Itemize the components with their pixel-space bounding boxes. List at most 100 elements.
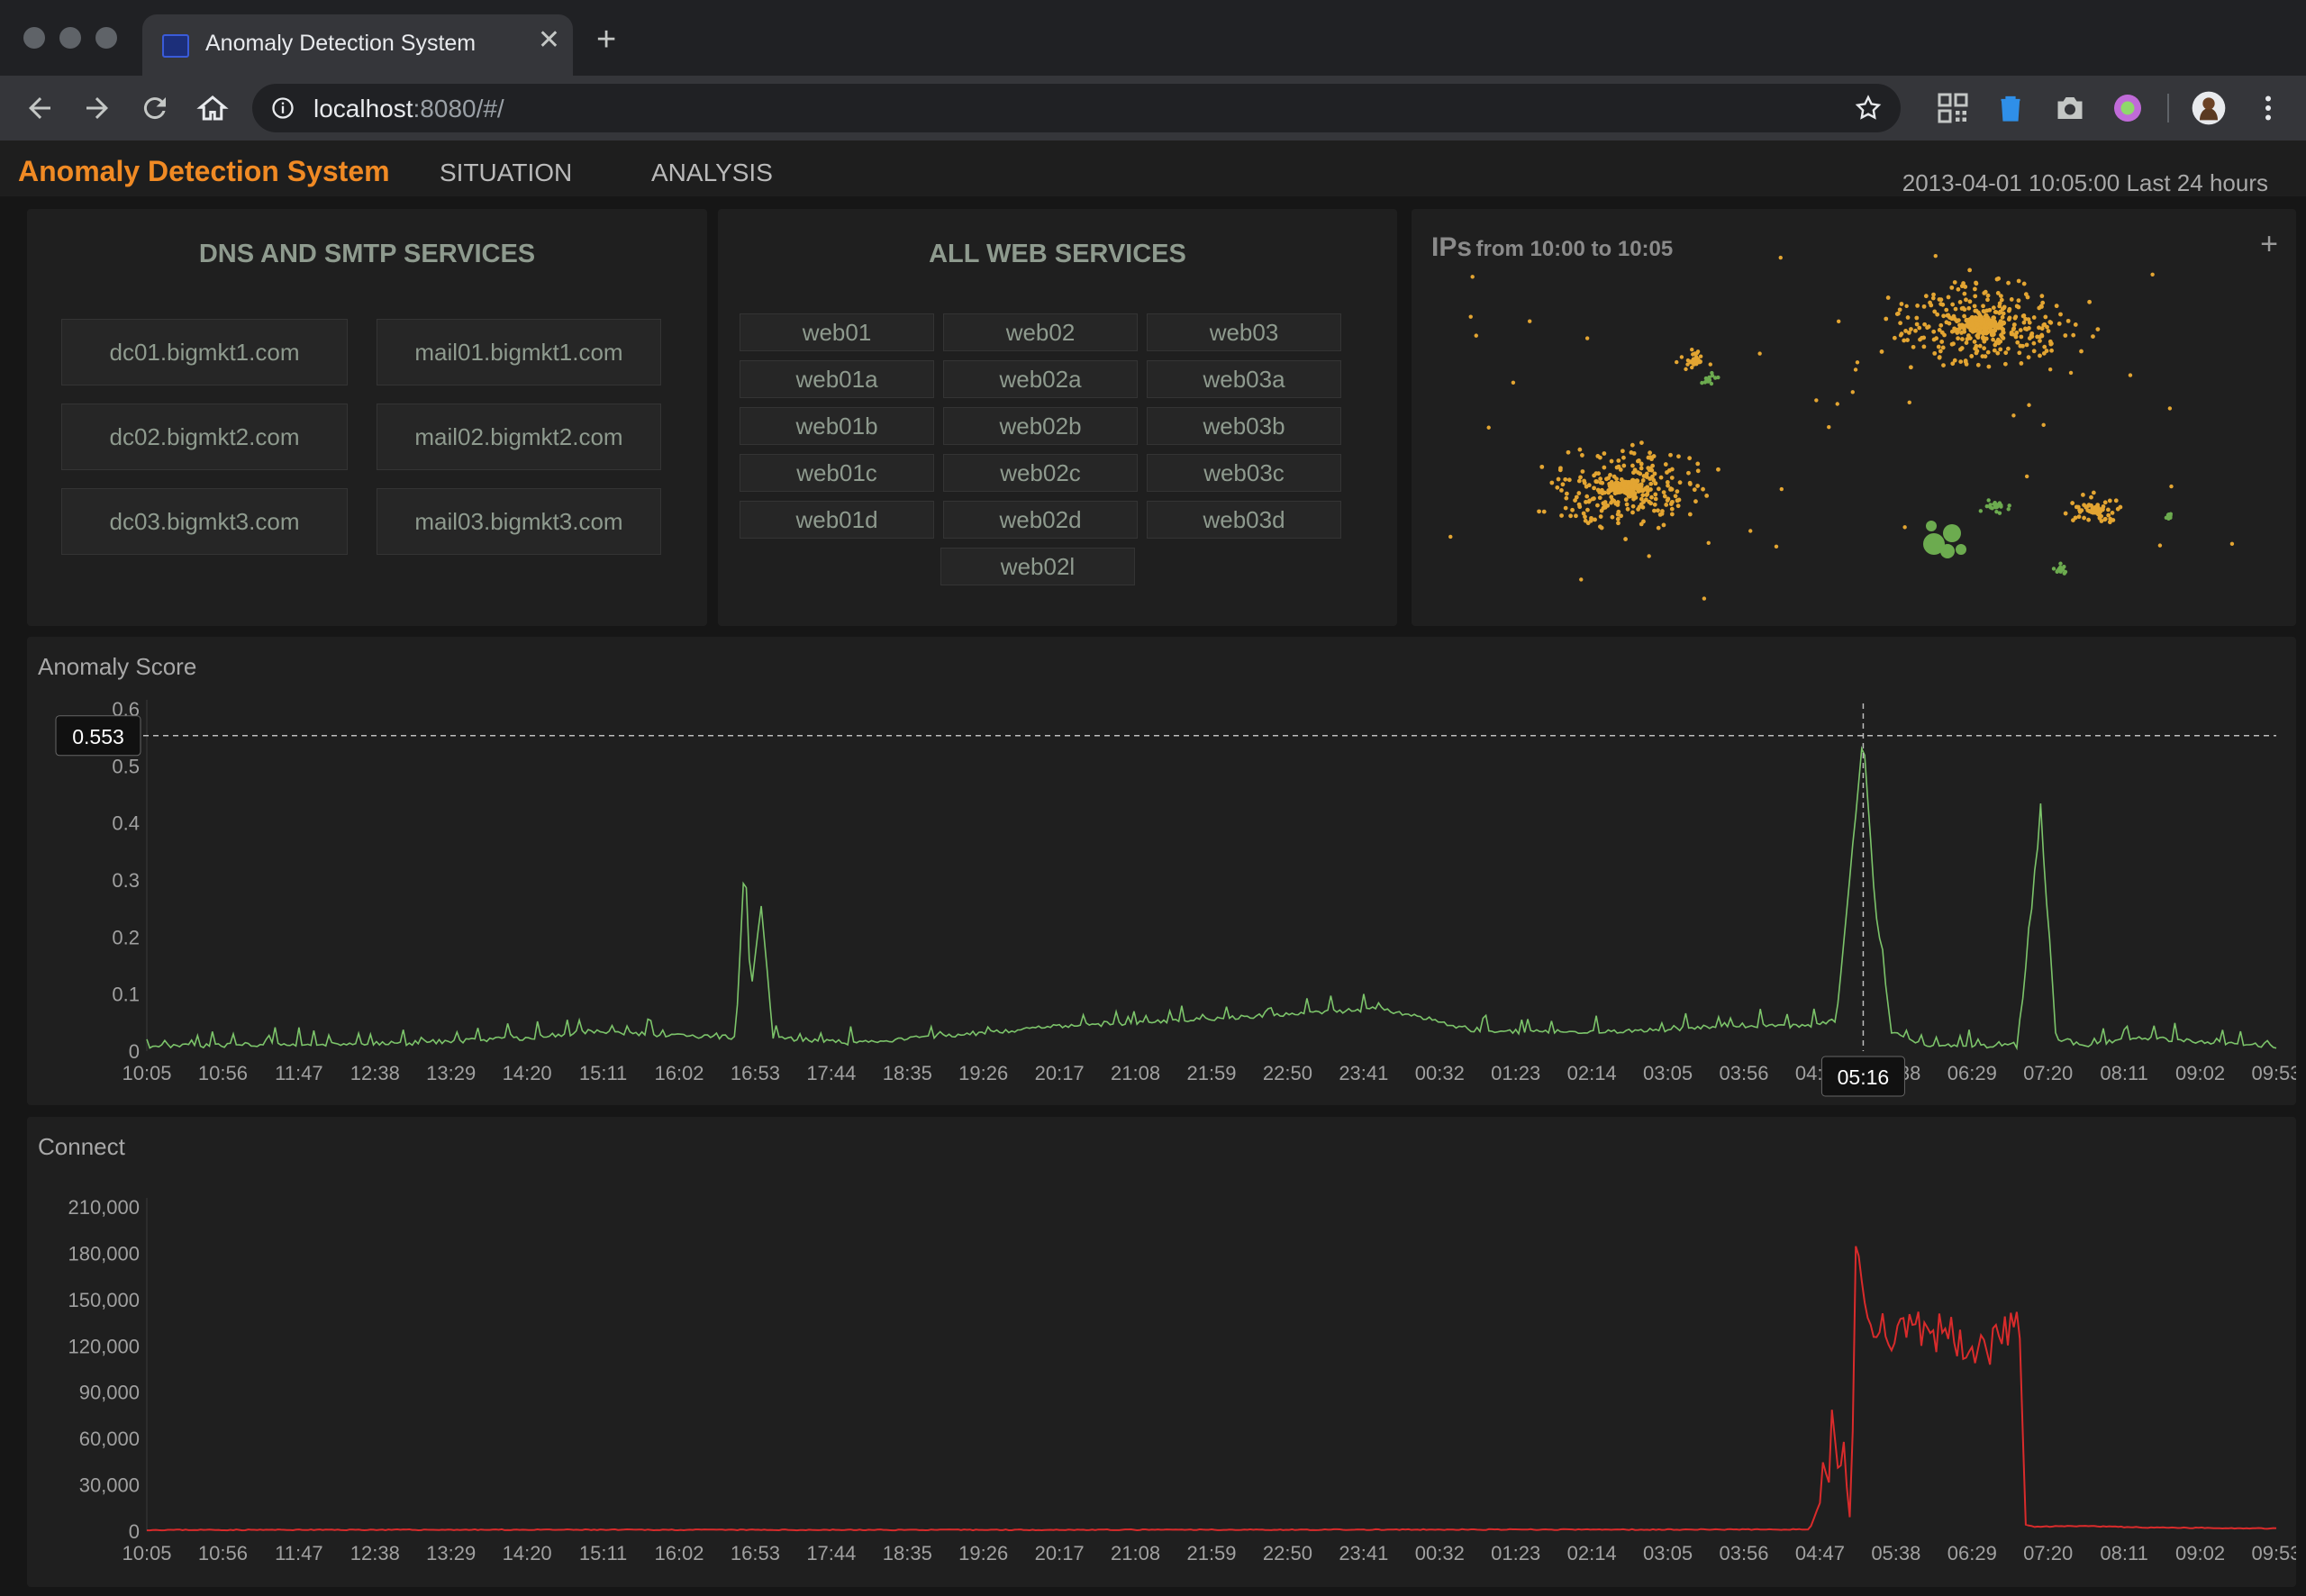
- anomaly-score-chart[interactable]: 00.10.20.30.40.50.610:05 10:56 11:47 12:38 1…: [27, 637, 2296, 1105]
- ip-node: [1616, 464, 1621, 469]
- service-mail03-button[interactable]: mail03.bigmkt3.com: [377, 488, 661, 555]
- app-brand[interactable]: Anomaly Detection System: [18, 155, 390, 188]
- web-service-web01a-button[interactable]: web01a: [740, 360, 934, 398]
- web-service-web01b-button[interactable]: web01b: [740, 407, 934, 445]
- url-text[interactable]: localhost:8080/#/: [313, 95, 504, 123]
- ip-node: [2024, 327, 2029, 331]
- ip-node: [1932, 350, 1938, 356]
- ip-node: [1601, 501, 1606, 506]
- web-service-web03a-button[interactable]: web03a: [1147, 360, 1341, 398]
- x-tick-label: 23:41: [1339, 1062, 1388, 1084]
- ip-node: [2037, 325, 2041, 331]
- ip-node: [2038, 339, 2042, 343]
- camera-extension-icon[interactable]: [2054, 92, 2086, 124]
- home-icon[interactable]: [196, 92, 229, 124]
- service-dc03-button[interactable]: dc03.bigmkt3.com: [61, 488, 348, 555]
- tab-close-icon[interactable]: ✕: [538, 27, 560, 54]
- color-extension-icon[interactable]: [2111, 92, 2144, 124]
- ip-node: [1899, 302, 1904, 306]
- qr-code-extension-icon[interactable]: [1937, 92, 1969, 124]
- service-mail02-button[interactable]: mail02.bigmkt2.com: [377, 404, 661, 470]
- web-service-web03-button[interactable]: web03: [1147, 313, 1341, 351]
- web-service-web01-button[interactable]: web01: [740, 313, 934, 351]
- nav-situation[interactable]: SITUATION: [440, 159, 572, 187]
- ip-node: [1962, 307, 1967, 313]
- web-service-web02a-button[interactable]: web02a: [943, 360, 1138, 398]
- window-close-button[interactable]: [23, 27, 45, 49]
- ip-node: [1623, 537, 1628, 541]
- ip-node: [1923, 294, 1929, 299]
- ip-node: [2167, 406, 2173, 411]
- service-mail01-button[interactable]: mail01.bigmkt1.com: [377, 319, 661, 385]
- ip-node: [1675, 489, 1680, 494]
- ip-node: [1586, 483, 1592, 488]
- connect-chart[interactable]: 0 30,000 60,000 90,000 120,000 150,000 180,000…: [27, 1117, 2296, 1587]
- ip-node: [1911, 344, 1916, 349]
- ip-node: [2037, 305, 2042, 311]
- ip-node: [1690, 365, 1694, 370]
- ip-node: [1994, 277, 2000, 282]
- ip-node: [1648, 450, 1652, 456]
- ip-node: [1977, 313, 1984, 320]
- ip-node: [2128, 373, 2133, 377]
- ip-node: [1677, 480, 1683, 485]
- reload-icon[interactable]: [139, 92, 171, 124]
- info-icon[interactable]: [270, 95, 295, 121]
- back-icon[interactable]: [23, 92, 56, 124]
- forward-icon[interactable]: [81, 92, 113, 124]
- ip-node: [1969, 322, 1975, 328]
- ip-node: [1673, 494, 1678, 499]
- ip-node: [2073, 322, 2078, 327]
- ip-node: [2031, 340, 2037, 346]
- web-service-web03b-button[interactable]: web03b: [1147, 407, 1341, 445]
- menu-kebab-icon[interactable]: [2252, 92, 2284, 124]
- service-dc01-button[interactable]: dc01.bigmkt1.com: [61, 319, 348, 385]
- web-service-web03c-button[interactable]: web03c: [1147, 454, 1341, 492]
- toolbar-divider: [2167, 94, 2169, 122]
- ip-node: [1602, 465, 1607, 470]
- web-service-web02c-button[interactable]: web02c: [943, 454, 1138, 492]
- ip-node: [1933, 253, 1938, 258]
- web-service-web01c-button[interactable]: web01c: [740, 454, 934, 492]
- address-bar[interactable]: localhost:8080/#/: [252, 84, 1901, 132]
- ip-node: [1666, 467, 1672, 473]
- web-service-web02b-button[interactable]: web02b: [943, 407, 1138, 445]
- web-service-web02d-button[interactable]: web02d: [943, 501, 1138, 539]
- ip-node: [1579, 577, 1584, 582]
- ip-node: [1581, 511, 1586, 516]
- ip-node: [2011, 327, 2016, 332]
- ip-node: [1610, 514, 1615, 520]
- ip-node: [1695, 468, 1701, 474]
- window-maximize-button[interactable]: [95, 27, 117, 49]
- ip-node: [2038, 353, 2042, 358]
- ip-node: [1947, 315, 1952, 320]
- web-service-web02l-button[interactable]: web02l: [940, 548, 1135, 585]
- nav-analysis[interactable]: ANALYSIS: [651, 159, 773, 187]
- ip-node: [2005, 346, 2011, 351]
- ip-node: [1598, 480, 1603, 485]
- ip-scatter-plot[interactable]: [1412, 209, 2296, 626]
- ip-node: [1537, 509, 1541, 514]
- bookmark-star-icon[interactable]: [1854, 94, 1883, 122]
- web-service-web03d-button[interactable]: web03d: [1147, 501, 1341, 539]
- x-tick-label: 14:20: [503, 1542, 552, 1564]
- service-dc02-button[interactable]: dc02.bigmkt2.com: [61, 404, 348, 470]
- profile-avatar-icon[interactable]: [2191, 90, 2227, 126]
- ip-node: [1576, 478, 1582, 484]
- web-service-web02-button[interactable]: web02: [943, 313, 1138, 351]
- browser-tab[interactable]: Anomaly Detection System ✕: [142, 14, 573, 76]
- ip-node: [1995, 291, 2001, 295]
- ip-node: [2002, 361, 2008, 367]
- ip-node: [1617, 486, 1623, 493]
- new-tab-icon[interactable]: +: [596, 23, 616, 57]
- ip-node: [1621, 480, 1627, 486]
- ip-node: [1939, 330, 1945, 335]
- ip-node: [1597, 490, 1602, 494]
- window-minimize-button[interactable]: [59, 27, 81, 49]
- ip-node: [2013, 314, 2019, 320]
- ip-node: [1884, 316, 1889, 322]
- ip-node: [1692, 487, 1697, 493]
- web-service-web01d-button[interactable]: web01d: [740, 501, 934, 539]
- trash-extension-icon[interactable]: [1994, 92, 2027, 124]
- ip-node: [2091, 490, 2096, 495]
